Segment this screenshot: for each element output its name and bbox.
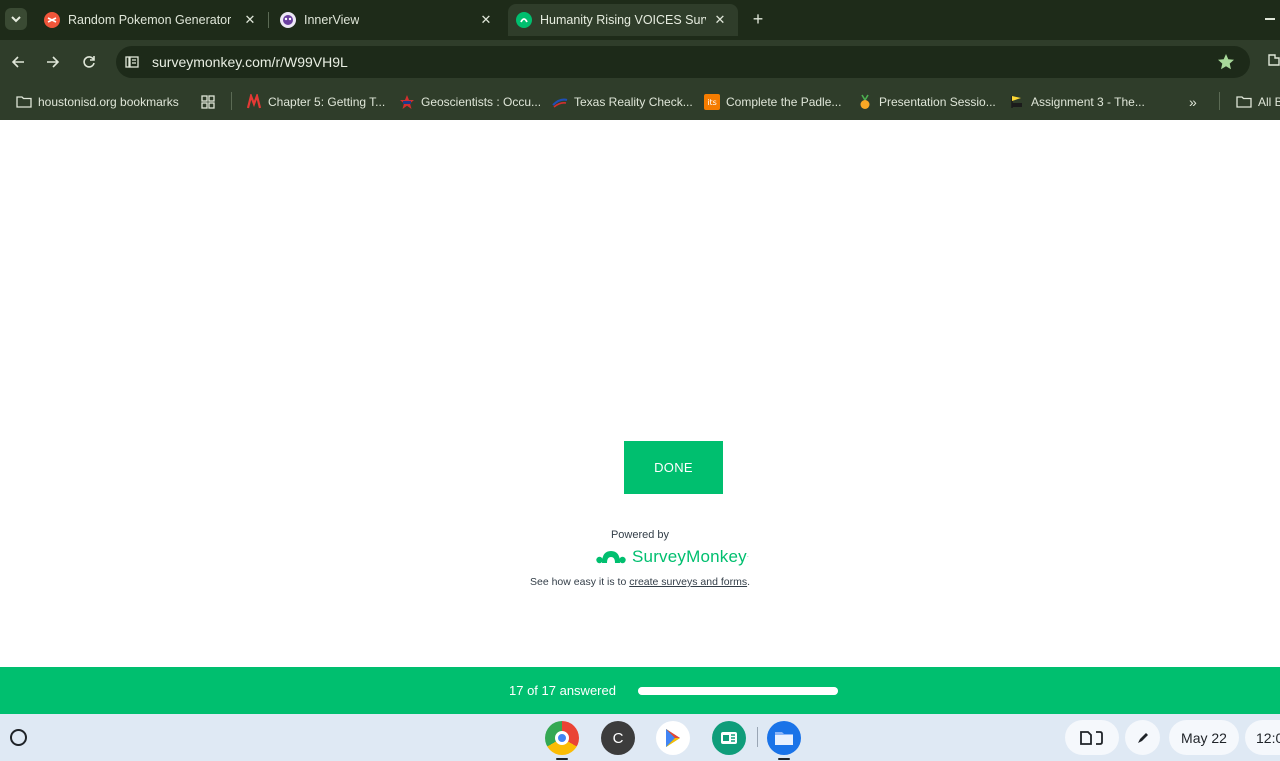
bookmark-all-bookmarks[interactable]: All B	[1236, 92, 1280, 112]
tagline-suffix: .	[747, 576, 751, 588]
classroom-app-icon[interactable]	[712, 721, 746, 755]
bookmark-label: Chapter 5: Getting T...	[268, 95, 386, 109]
double-chevron-right-icon: »	[1189, 94, 1197, 110]
close-icon[interactable]: ✕	[242, 12, 258, 28]
close-icon[interactable]: ✕	[712, 12, 728, 28]
forward-button[interactable]	[42, 51, 64, 73]
orange-badge-icon: its	[704, 94, 720, 110]
bookmark-star-icon[interactable]	[1216, 52, 1236, 72]
tab-title: Humanity Rising VOICES Surve	[540, 13, 706, 27]
bookmark-label: Complete the Padle...	[726, 95, 842, 109]
bookmark-presentation[interactable]: Presentation Sessio...	[857, 92, 996, 112]
c-app-letter: C	[612, 729, 624, 747]
surveymonkey-logo[interactable]: SurveyMonkey ·	[596, 545, 749, 569]
progress-text: 17 of 17 answered	[509, 683, 616, 698]
bookmark-divider	[1219, 92, 1220, 110]
swoosh-icon	[552, 94, 568, 110]
done-button[interactable]: DONE	[624, 441, 723, 494]
running-indicator	[778, 758, 790, 760]
pokemon-favicon-icon	[44, 12, 60, 28]
tab-title: InnerView	[304, 13, 360, 27]
chevron-down-icon	[11, 16, 21, 23]
arrow-right-icon	[47, 56, 60, 68]
tagline: See how easy it is to create surveys and…	[0, 576, 1280, 588]
reload-button[interactable]	[78, 51, 100, 73]
running-indicator	[556, 758, 568, 760]
bookmark-label: Assignment 3 - The...	[1031, 95, 1145, 109]
progress-bar-fill	[638, 687, 838, 695]
managed-folder-icon	[16, 94, 32, 110]
folder-icon	[1236, 94, 1252, 110]
bookmarks-bar: houstonisd.org bookmarks Chapter 5: Gett…	[0, 84, 1280, 120]
medal-icon	[857, 94, 873, 110]
bookmarks-overflow-button[interactable]: »	[1189, 92, 1197, 112]
stylus-button[interactable]	[1125, 720, 1160, 755]
time-text: 12:0	[1256, 729, 1280, 746]
create-surveys-link[interactable]: create surveys and forms	[629, 576, 747, 588]
virtual-desks-icon	[1080, 730, 1103, 745]
tab-search-button[interactable]	[5, 8, 27, 30]
bookmark-divider	[231, 92, 232, 110]
back-button[interactable]	[7, 51, 29, 73]
tagline-prefix: See how easy it is to	[529, 576, 630, 588]
bookmark-houstonisd[interactable]: houstonisd.org bookmarks	[16, 92, 179, 112]
bookmark-label: houstonisd.org bookmarks	[38, 95, 179, 109]
red-logo-icon	[246, 94, 262, 110]
minimize-icon[interactable]	[1265, 18, 1275, 20]
progress-bar	[638, 687, 838, 695]
extensions-icon[interactable]	[1266, 52, 1280, 68]
tab-strip: Random Pokemon Generator ✕ InnerView ✕ H…	[0, 0, 1280, 40]
reload-icon	[83, 56, 95, 68]
date-display[interactable]: May 22	[1169, 720, 1239, 755]
files-app-icon[interactable]	[767, 721, 801, 755]
bookmark-label: Geoscientists : Occu...	[421, 95, 542, 109]
bookmark-label: All B	[1258, 95, 1280, 109]
bookmark-assignment-3[interactable]: Assignment 3 - The...	[1009, 92, 1145, 112]
address-bar[interactable]: surveymonkey.com/r/W99VH9L	[116, 46, 1250, 78]
url-text[interactable]: surveymonkey.com/r/W99VH9L	[152, 54, 348, 70]
progress-footer: 17 of 17 answered	[0, 667, 1280, 714]
surveymonkey-favicon-icon	[516, 12, 532, 28]
bookmark-padlet[interactable]: its Complete the Padle...	[704, 92, 841, 112]
bookmark-chapter-5[interactable]: Chapter 5: Getting T...	[246, 92, 385, 112]
trademark-symbol: ·	[746, 554, 749, 560]
bookmark-geoscientists[interactable]: Geoscientists : Occu...	[399, 92, 541, 112]
new-tab-button[interactable]: +	[748, 9, 768, 29]
flag-icon	[1009, 94, 1025, 110]
c-app-icon[interactable]: C	[601, 721, 635, 755]
innerview-favicon-icon	[280, 12, 296, 28]
tab-random-pokemon[interactable]: Random Pokemon Generator ✕	[36, 4, 268, 36]
status-tray[interactable]: 12:0	[1245, 720, 1280, 755]
star-flag-icon	[399, 94, 415, 110]
tab-divider	[268, 12, 269, 28]
browser-toolbar: surveymonkey.com/r/W99VH9L	[0, 40, 1280, 84]
tab-humanity-rising[interactable]: Humanity Rising VOICES Surve ✕	[508, 4, 738, 36]
desk-switcher-button[interactable]	[1065, 720, 1119, 755]
close-icon[interactable]: ✕	[478, 12, 494, 28]
bookmark-texas-reality[interactable]: Texas Reality Check...	[552, 92, 693, 112]
apps-grid-icon	[200, 94, 216, 110]
powered-by-label: Powered by	[610, 529, 670, 541]
tab-title: Random Pokemon Generator	[68, 13, 232, 27]
system-shelf: C May 22 12:0	[0, 714, 1280, 761]
arrow-left-icon	[11, 56, 24, 68]
tab-innerview[interactable]: InnerView ✕	[272, 4, 504, 36]
surveymonkey-wordmark: SurveyMonkey	[632, 547, 747, 566]
apps-shortcut[interactable]	[200, 92, 222, 112]
launcher-button[interactable]	[10, 729, 27, 746]
pen-icon	[1137, 732, 1148, 743]
chrome-app-icon[interactable]	[545, 721, 579, 755]
site-info-icon[interactable]	[124, 54, 140, 70]
surveymonkey-mark-icon	[596, 551, 626, 564]
shelf-divider	[757, 727, 758, 747]
bookmark-label: Texas Reality Check...	[574, 95, 693, 109]
bookmark-label: Presentation Sessio...	[879, 95, 996, 109]
play-store-icon[interactable]	[656, 721, 690, 755]
date-text: May 22	[1181, 729, 1227, 746]
